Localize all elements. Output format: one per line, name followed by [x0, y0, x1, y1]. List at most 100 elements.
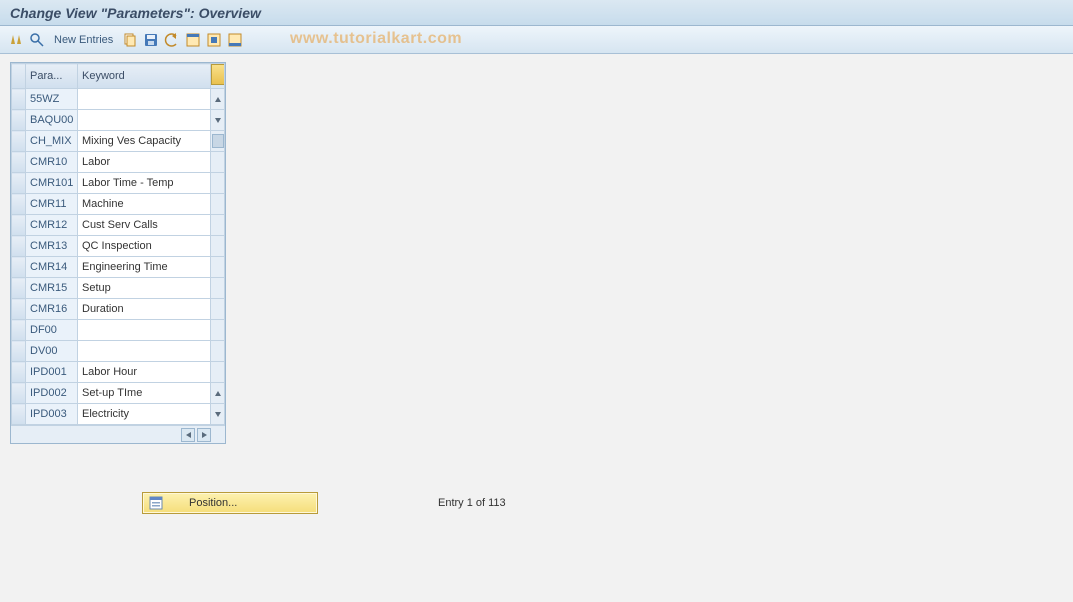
- cell-param[interactable]: IPD001: [26, 362, 78, 383]
- watermark-text: www.tutorialkart.com: [290, 30, 462, 48]
- parameters-table: Para... Keyword 55WZBAQU00CH_MIXMixing V…: [11, 63, 225, 425]
- cell-keyword[interactable]: Mixing Ves Capacity: [78, 131, 211, 152]
- scrollbar-thumb[interactable]: [211, 131, 225, 152]
- table-container: Para... Keyword 55WZBAQU00CH_MIXMixing V…: [10, 62, 226, 444]
- row-select-cell[interactable]: [12, 320, 26, 341]
- page-title: Change View "Parameters": Overview: [10, 5, 261, 21]
- cell-keyword[interactable]: [78, 320, 211, 341]
- row-select-cell[interactable]: [12, 299, 26, 320]
- col-header-param[interactable]: Para...: [26, 64, 78, 89]
- scrollbar-track: [211, 320, 225, 341]
- cell-param[interactable]: CH_MIX: [26, 131, 78, 152]
- scrollbar-track: [211, 257, 225, 278]
- save-icon[interactable]: [143, 32, 159, 48]
- cell-keyword[interactable]: Labor Time - Temp: [78, 173, 211, 194]
- row-select-cell[interactable]: [12, 89, 26, 110]
- scroll-page-up-button[interactable]: [211, 110, 225, 131]
- cell-keyword[interactable]: Setup: [78, 278, 211, 299]
- table-row[interactable]: IPD002Set-up TIme: [12, 383, 225, 404]
- table-row[interactable]: CMR16Duration: [12, 299, 225, 320]
- table-row[interactable]: CMR13QC Inspection: [12, 236, 225, 257]
- scroll-page-down-button[interactable]: [211, 383, 225, 404]
- cell-param[interactable]: IPD002: [26, 383, 78, 404]
- cell-keyword[interactable]: [78, 110, 211, 131]
- cell-keyword[interactable]: [78, 89, 211, 110]
- configure-columns-button[interactable]: [211, 64, 225, 89]
- scrollbar-track: [211, 215, 225, 236]
- deselect-all-icon[interactable]: [227, 32, 243, 48]
- cell-keyword[interactable]: Duration: [78, 299, 211, 320]
- table-row[interactable]: CMR101Labor Time - Temp: [12, 173, 225, 194]
- cell-keyword[interactable]: [78, 341, 211, 362]
- table-row[interactable]: BAQU00: [12, 110, 225, 131]
- scroll-up-button[interactable]: [211, 89, 225, 110]
- cell-param[interactable]: CMR11: [26, 194, 78, 215]
- cell-keyword[interactable]: Labor: [78, 152, 211, 173]
- row-select-cell[interactable]: [12, 131, 26, 152]
- cell-param[interactable]: CMR101: [26, 173, 78, 194]
- cell-param[interactable]: CMR16: [26, 299, 78, 320]
- cell-keyword[interactable]: Electricity: [78, 404, 211, 425]
- select-all-header[interactable]: [12, 64, 26, 89]
- cell-keyword[interactable]: Machine: [78, 194, 211, 215]
- cell-param[interactable]: CMR10: [26, 152, 78, 173]
- copy-icon[interactable]: [122, 32, 138, 48]
- scroll-left-button[interactable]: [181, 428, 195, 442]
- scroll-right-button[interactable]: [197, 428, 211, 442]
- col-header-keyword[interactable]: Keyword: [78, 64, 211, 89]
- row-select-cell[interactable]: [12, 404, 26, 425]
- new-entries-button[interactable]: New Entries: [50, 34, 117, 46]
- cell-keyword[interactable]: Cust Serv Calls: [78, 215, 211, 236]
- scrollbar-track: [211, 173, 225, 194]
- table-row[interactable]: DV00: [12, 341, 225, 362]
- row-select-cell[interactable]: [12, 257, 26, 278]
- row-select-cell[interactable]: [12, 383, 26, 404]
- other-view-icon[interactable]: [8, 32, 24, 48]
- cell-keyword[interactable]: Labor Hour: [78, 362, 211, 383]
- cell-param[interactable]: IPD003: [26, 404, 78, 425]
- cell-param[interactable]: CMR15: [26, 278, 78, 299]
- select-all-icon[interactable]: [185, 32, 201, 48]
- cell-keyword[interactable]: Set-up TIme: [78, 383, 211, 404]
- row-select-cell[interactable]: [12, 173, 26, 194]
- status-row: Position... Entry 1 of 113: [10, 492, 1063, 514]
- table-row[interactable]: CMR12Cust Serv Calls: [12, 215, 225, 236]
- scrollbar-track: [211, 341, 225, 362]
- row-select-cell[interactable]: [12, 215, 26, 236]
- scrollbar-track: [211, 236, 225, 257]
- position-button[interactable]: Position...: [142, 492, 318, 514]
- undo-icon[interactable]: [164, 32, 180, 48]
- table-row[interactable]: IPD003Electricity: [12, 404, 225, 425]
- row-select-cell[interactable]: [12, 236, 26, 257]
- cell-param[interactable]: BAQU00: [26, 110, 78, 131]
- scroll-down-button[interactable]: [211, 404, 225, 425]
- table-row[interactable]: CMR10Labor: [12, 152, 225, 173]
- row-select-cell[interactable]: [12, 278, 26, 299]
- select-block-icon[interactable]: [206, 32, 222, 48]
- find-icon[interactable]: [29, 32, 45, 48]
- row-select-cell[interactable]: [12, 152, 26, 173]
- table-row[interactable]: IPD001Labor Hour: [12, 362, 225, 383]
- scrollbar-track: [211, 362, 225, 383]
- cell-param[interactable]: CMR13: [26, 236, 78, 257]
- cell-param[interactable]: CMR14: [26, 257, 78, 278]
- row-select-cell[interactable]: [12, 194, 26, 215]
- scrollbar-track: [211, 194, 225, 215]
- cell-param[interactable]: CMR12: [26, 215, 78, 236]
- table-row[interactable]: CH_MIXMixing Ves Capacity: [12, 131, 225, 152]
- cell-param[interactable]: 55WZ: [26, 89, 78, 110]
- row-select-cell[interactable]: [12, 362, 26, 383]
- cell-param[interactable]: DF00: [26, 320, 78, 341]
- table-row[interactable]: DF00: [12, 320, 225, 341]
- title-bar: Change View "Parameters": Overview: [0, 0, 1073, 26]
- cell-keyword[interactable]: QC Inspection: [78, 236, 211, 257]
- table-row[interactable]: CMR15Setup: [12, 278, 225, 299]
- position-button-label: Position...: [189, 497, 237, 509]
- row-select-cell[interactable]: [12, 110, 26, 131]
- table-row[interactable]: CMR14Engineering Time: [12, 257, 225, 278]
- cell-keyword[interactable]: Engineering Time: [78, 257, 211, 278]
- cell-param[interactable]: DV00: [26, 341, 78, 362]
- table-row[interactable]: 55WZ: [12, 89, 225, 110]
- row-select-cell[interactable]: [12, 341, 26, 362]
- table-row[interactable]: CMR11Machine: [12, 194, 225, 215]
